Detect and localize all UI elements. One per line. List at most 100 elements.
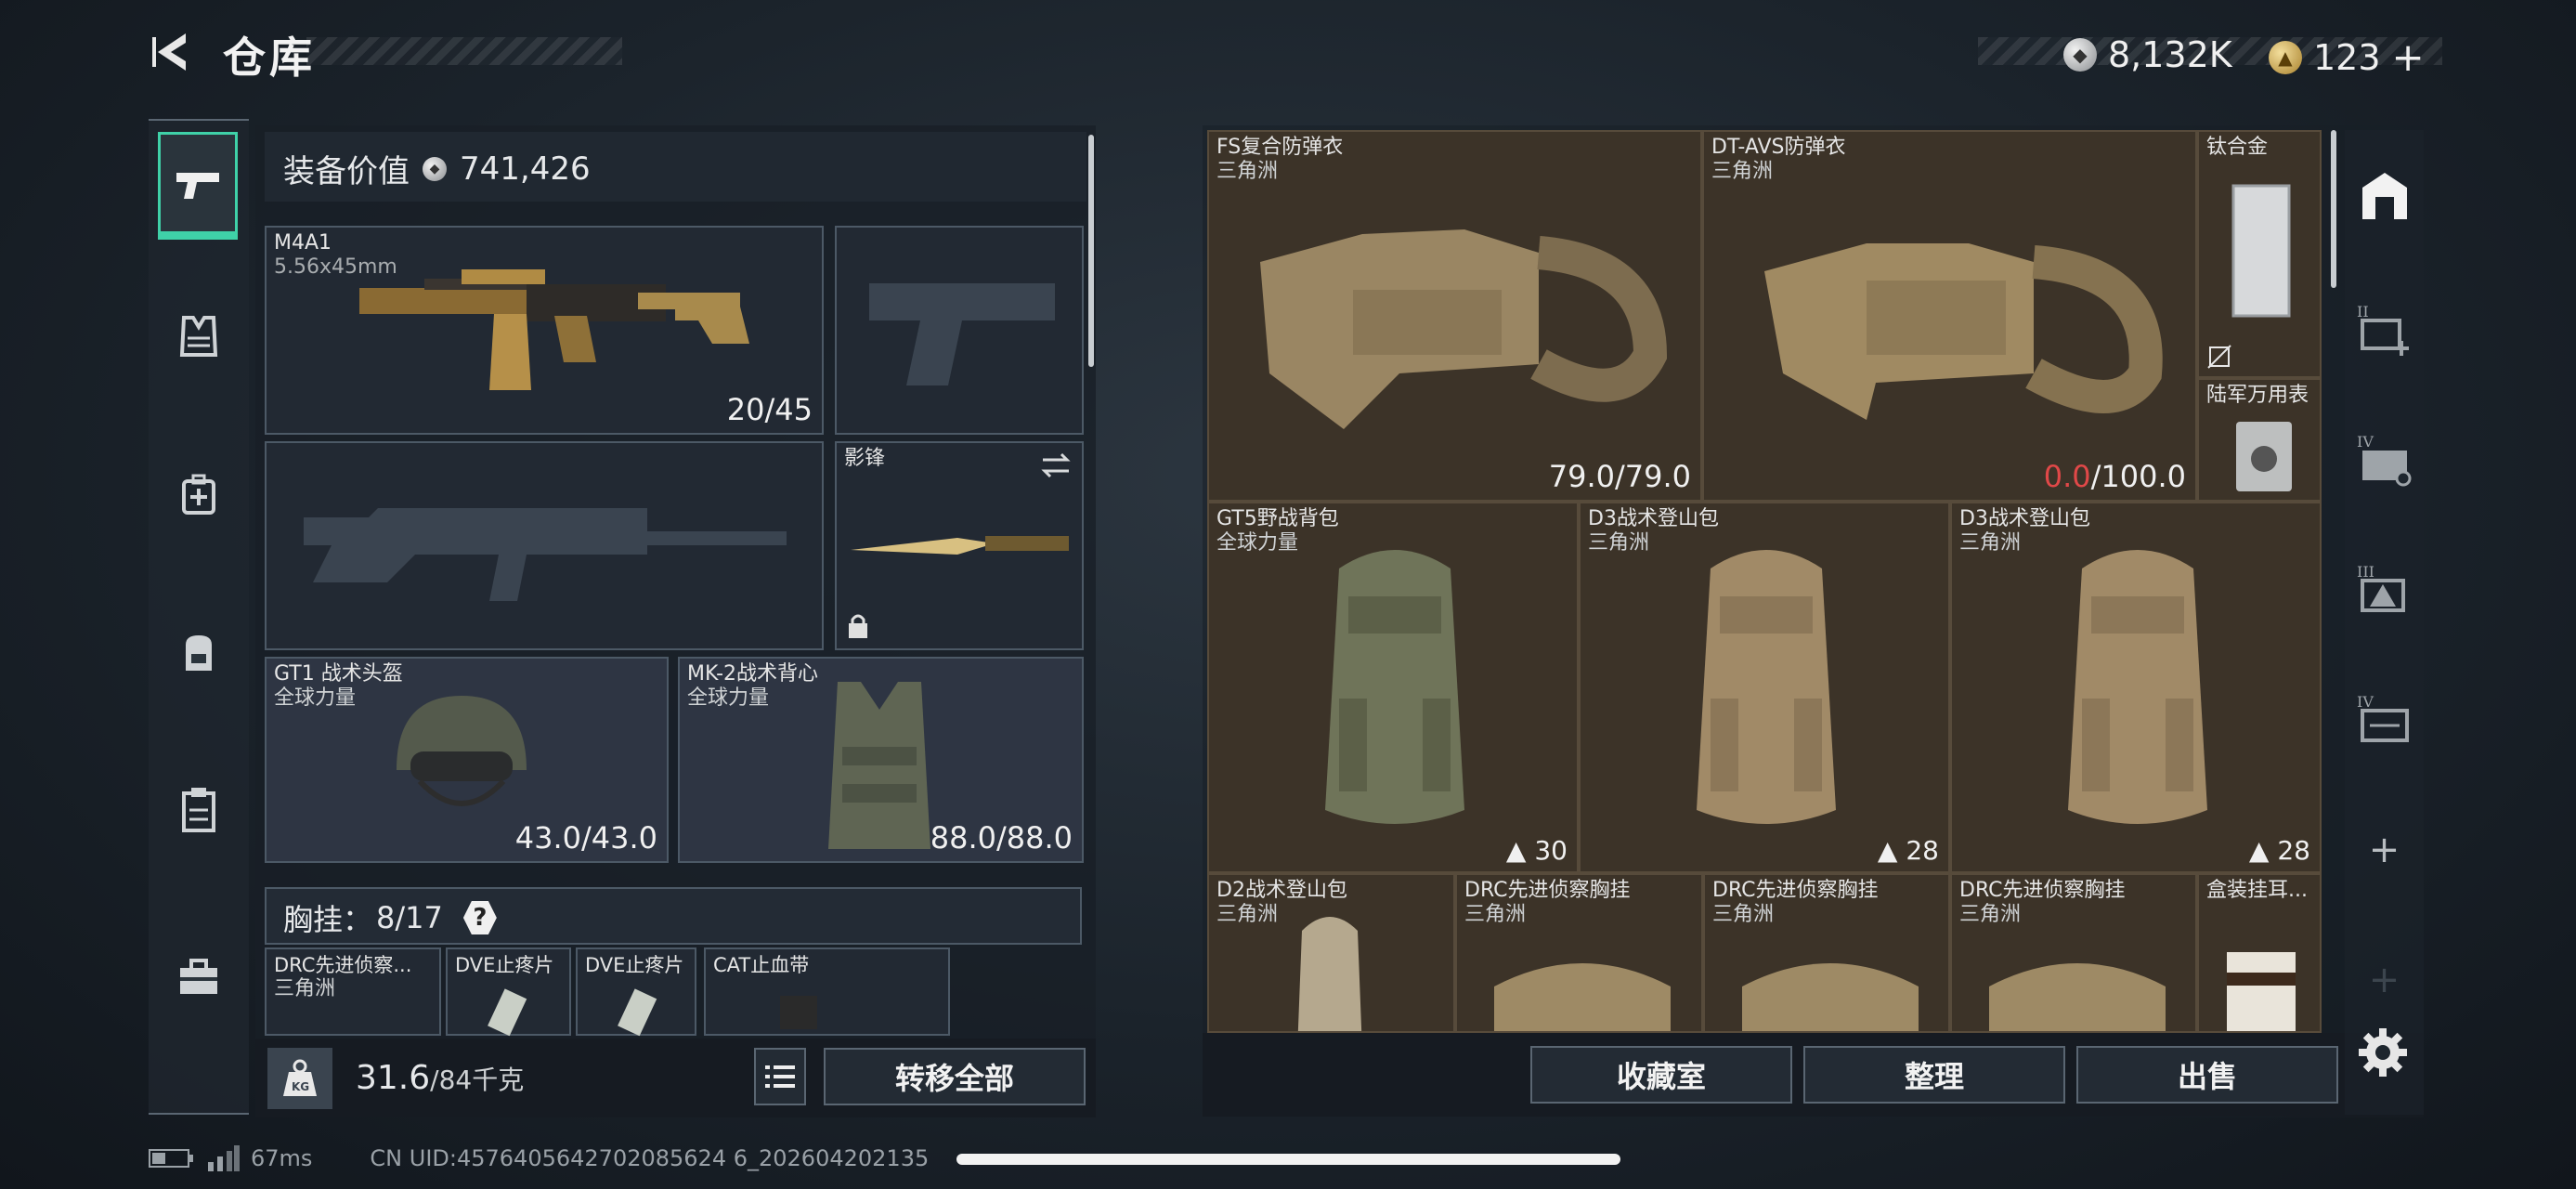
storage-item-d2-backpack[interactable]: D2战术登山包 三角洲 — [1207, 873, 1455, 1033]
multimeter-image — [2236, 422, 2292, 491]
nav-clipboard[interactable] — [160, 771, 238, 849]
item-name: D3战术登山包 — [1959, 507, 2090, 530]
rig-capacity: 8/17 — [376, 900, 443, 935]
add-gold-button[interactable]: + — [2392, 34, 2425, 80]
storage-tab-3[interactable]: IV — [2345, 423, 2424, 497]
storage-tab[interactable] — [2345, 158, 2424, 232]
rifle-image — [359, 269, 749, 390]
svg-text:IV: IV — [2357, 693, 2374, 711]
item-name: DT-AVS防弹衣 — [1711, 136, 1846, 159]
settings-button[interactable] — [2357, 1026, 2409, 1082]
loadout-value-amount: 741,426 — [460, 150, 591, 188]
storage-item-drc-rig-1[interactable]: DRC先进侦察胸挂 三角洲 — [1455, 873, 1703, 1033]
armor-faction: 全球力量 — [687, 686, 770, 710]
nav-toolbox[interactable] — [160, 938, 238, 1016]
rig-item-4-name: CAT止血带 — [713, 954, 810, 976]
storage-item-drip-coffee[interactable]: 盒装挂耳... — [2197, 873, 2322, 1033]
armor-vest-image — [1764, 243, 2163, 420]
currency-gold[interactable]: ▲ 123 + — [2269, 34, 2425, 80]
storage-item-multimeter[interactable]: 陆军万用表 — [2197, 378, 2322, 502]
storage-item-drc-rig-2[interactable]: DRC先进侦察胸挂 三角洲 — [1703, 873, 1950, 1033]
storage-item-drc-rig-3[interactable]: DRC先进侦察胸挂 三角洲 — [1950, 873, 2197, 1033]
item-durability: 0.0/100.0 — [2043, 459, 2186, 494]
helmet-image — [397, 696, 527, 806]
item-name: 陆军万用表 — [2206, 384, 2309, 407]
storage-scrollbar[interactable] — [2331, 130, 2336, 288]
loadout-scrollbar[interactable] — [1088, 135, 1094, 367]
pistol-slot[interactable] — [835, 226, 1084, 435]
rig-item-4[interactable]: CAT止血带 — [704, 947, 950, 1036]
pistol-placeholder-icon — [869, 283, 1055, 385]
helmet-slot[interactable]: GT1 战术头盔 全球力量 43.0/43.0 — [265, 657, 669, 863]
backpack-image — [1325, 550, 1464, 824]
item-faction: 三角洲 — [1712, 903, 1775, 926]
helmet-durability: 43.0/43.0 — [514, 820, 657, 856]
nav-backpack[interactable] — [160, 613, 238, 691]
rig-item-1-faction: 三角洲 — [274, 977, 336, 1000]
tier-iii-warning-icon: III — [2357, 563, 2405, 612]
plus-icon-faded: + — [2368, 959, 2400, 1001]
tier-iv-folder-icon-2: IV — [2357, 693, 2409, 742]
gold-coin-icon: ▲ — [2269, 40, 2302, 74]
item-capacity: ▲ 28 — [2248, 835, 2310, 866]
rig-item-2[interactable]: DVE止疼片 — [446, 947, 571, 1037]
add-storage-button[interactable]: + — [2345, 813, 2424, 887]
weight-max: /84千克 — [430, 1065, 525, 1095]
settings-icon — [2359, 1028, 2407, 1077]
sell-button[interactable]: 出售 — [2076, 1046, 2338, 1104]
signal-icon — [208, 1145, 240, 1171]
svg-text:II: II — [2357, 303, 2369, 320]
nav-weapon[interactable] — [158, 132, 238, 240]
currency-silver[interactable]: ◆ 8,132K — [2063, 34, 2232, 75]
item-durability: 79.0/79.0 — [1548, 459, 1691, 494]
storage-tab-4[interactable]: III — [2345, 553, 2424, 627]
home-indicator[interactable] — [956, 1154, 1620, 1165]
title-decoration — [306, 37, 622, 65]
backpack-image — [1697, 550, 1836, 824]
page-title: 仓库 — [223, 33, 316, 83]
storage-tab-2[interactable]: II — [2345, 293, 2424, 367]
storage-item-d3-backpack-2[interactable]: D3战术登山包 三角洲 ▲ 28 — [1950, 502, 2322, 873]
storage-tab-5[interactable]: IV — [2345, 683, 2424, 757]
silver-coin-icon: ◆ — [423, 156, 447, 181]
item-name: 盒装挂耳... — [2206, 879, 2308, 902]
melee-name: 影锋 — [844, 447, 886, 470]
item-name: 钛合金 — [2206, 136, 2269, 159]
sort-button[interactable]: 整理 — [1803, 1046, 2065, 1104]
storage-item-fs-armor[interactable]: FS复合防弹衣 三角洲 79.0/79.0 — [1207, 130, 1702, 502]
armor-durability: 88.0/88.0 — [930, 820, 1073, 856]
rifle-placeholder-icon — [304, 508, 787, 601]
uid-readout: CN UID:4576405642702085624 6_20260420213… — [370, 1145, 930, 1171]
help-icon[interactable]: ? — [462, 901, 497, 934]
storage-item-d3-backpack-1[interactable]: D3战术登山包 三角洲 ▲ 28 — [1579, 502, 1950, 873]
primary-weapon-slot[interactable]: M4A1 5.56x45mm 20/45 — [265, 226, 824, 435]
backpack-image — [1297, 917, 1362, 1031]
chest-rig-image — [1989, 963, 2166, 1031]
secondary-weapon-slot[interactable] — [265, 441, 824, 650]
back-button[interactable] — [149, 28, 197, 76]
item-name: GT5野战背包 — [1216, 507, 1339, 530]
transfer-all-button[interactable]: 转移全部 — [824, 1048, 1086, 1105]
swap-icon[interactable] — [1039, 451, 1073, 480]
item-name: DRC先进侦察胸挂 — [1959, 879, 2126, 902]
list-view-button[interactable] — [754, 1048, 806, 1105]
storage-item-dt-avs-armor[interactable]: DT-AVS防弹衣 三角洲 0.0/100.0 — [1702, 130, 2197, 502]
svg-text:KG: KG — [292, 1080, 309, 1093]
backpack-icon — [186, 635, 212, 671]
rig-item-1-name: DRC先进侦察... — [274, 954, 412, 976]
storage-icon — [2361, 173, 2407, 219]
melee-slot[interactable]: 影锋 — [835, 441, 1084, 650]
item-faction: 三角洲 — [1464, 903, 1527, 926]
storage-item-gt5-backpack[interactable]: GT5野战背包 全球力量 ▲ 30 — [1207, 502, 1579, 873]
rig-item-3[interactable]: DVE止疼片 — [576, 947, 696, 1037]
weight-readout: 31.6 /84千克 — [356, 1059, 524, 1097]
rig-item-1[interactable]: DRC先进侦察... 三角洲 — [265, 947, 441, 1036]
collection-room-button[interactable]: 收藏室 — [1530, 1046, 1792, 1104]
armor-slot[interactable]: MK-2战术背心 全球力量 88.0/88.0 — [678, 657, 1084, 863]
storage-item-titanium[interactable]: 钛合金 — [2197, 130, 2322, 378]
loadout-value-label: 装备价值 — [283, 153, 410, 190]
nav-armor[interactable] — [160, 297, 238, 375]
no-trade-icon — [2207, 345, 2231, 369]
coffee-box-image — [2227, 952, 2296, 1031]
nav-medical[interactable] — [160, 455, 238, 533]
